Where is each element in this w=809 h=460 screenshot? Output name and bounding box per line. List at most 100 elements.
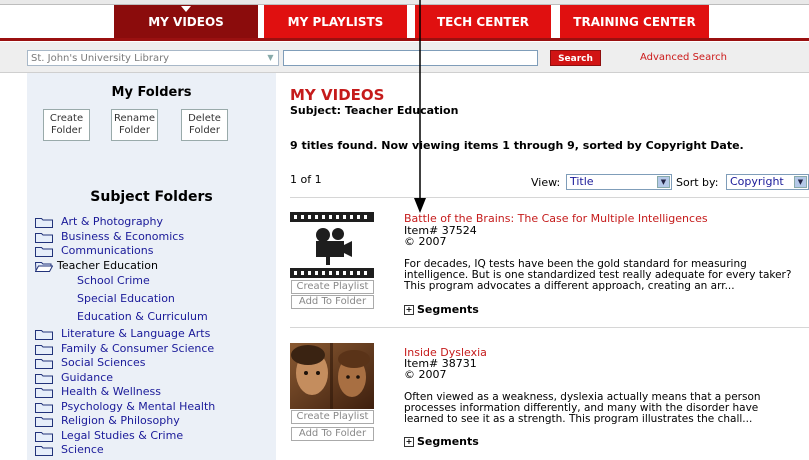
folder-item[interactable]: Family & Consumer Science [35, 342, 275, 357]
segments-label: Segments [417, 435, 479, 448]
subfolder-item[interactable]: Special Education [35, 291, 275, 309]
folder-item[interactable]: Religion & Philosophy [35, 414, 275, 429]
folder-item[interactable]: Science [35, 443, 275, 458]
video-description-line: learned to see it as a strength. This pr… [404, 414, 753, 425]
folder-icon [35, 431, 53, 442]
subfolder-item[interactable]: School Crime [35, 273, 275, 291]
active-tab-indicator-icon [181, 6, 191, 12]
add-to-folder-button[interactable]: Add To Folder [291, 427, 374, 441]
tab-my-playlists[interactable]: MY PLAYLISTS [264, 5, 407, 38]
folder-item-expanded[interactable]: Teacher Education [35, 259, 275, 274]
button-line: Delete [188, 113, 221, 124]
create-playlist-button[interactable]: Create Playlist [291, 410, 374, 424]
video-copyright: © 2007 [404, 235, 447, 248]
library-select[interactable]: St. John's University Library ▼ [27, 50, 279, 66]
view-label: View: [531, 176, 561, 189]
folder-icon [35, 330, 53, 340]
rename-folder-button[interactable]: Rename Folder [111, 109, 158, 141]
folder-label: Health & Wellness [61, 385, 162, 398]
folder-icon [35, 417, 53, 427]
folder-label: Science [61, 443, 104, 456]
segments-toggle[interactable]: + Segments [404, 303, 479, 316]
tab-label: MY VIDEOS [148, 14, 224, 29]
folder-item[interactable]: Legal Studies & Crime [35, 429, 275, 444]
video-description-line: This program advocates a different appro… [404, 281, 735, 292]
main-nav: MY VIDEOS MY PLAYLISTS TECH CENTER TRAIN… [0, 5, 809, 38]
folder-icon [35, 247, 53, 257]
folder-label: Literature & Language Arts [61, 327, 211, 340]
subject-folders-heading: Subject Folders [90, 189, 213, 205]
folder-item[interactable]: Business & Economics [35, 230, 275, 245]
folder-icon [35, 388, 53, 398]
folder-label: Art & Photography [61, 215, 164, 228]
chevron-down-icon[interactable]: ▼ [265, 53, 276, 63]
advanced-search-link[interactable]: Advanced Search [640, 52, 727, 63]
video-copyright: © 2007 [404, 368, 447, 381]
search-button[interactable]: Search [550, 50, 601, 66]
expand-plus-icon[interactable]: + [404, 437, 414, 447]
open-folder-icon [35, 261, 53, 272]
button-line: Folder [119, 125, 150, 136]
folder-item[interactable]: Health & Wellness [35, 385, 275, 400]
delete-folder-button[interactable]: Delete Folder [181, 109, 228, 141]
folder-item[interactable]: Psychology & Mental Health [35, 400, 275, 415]
search-bar: St. John's University Library ▼ Search A… [0, 42, 809, 73]
chevron-down-icon[interactable]: ▼ [794, 176, 807, 188]
folder-item[interactable]: Social Sciences [35, 356, 275, 371]
folder-label: Social Sciences [61, 356, 146, 369]
divider [290, 327, 809, 328]
folder-icon [35, 232, 53, 243]
subject-heading: Subject: Teacher Education [290, 104, 459, 117]
folder-icon [35, 402, 53, 413]
create-playlist-button[interactable]: Create Playlist [291, 280, 374, 294]
button-line: Folder [51, 125, 82, 136]
search-input[interactable] [283, 50, 538, 66]
folder-item[interactable]: Guidance [35, 371, 275, 386]
tab-label: MY PLAYLISTS [287, 14, 384, 29]
video-description-line: intelligence. But is one standardized te… [404, 270, 792, 281]
view-select-value: Title [570, 175, 594, 188]
folder-label: Communications [61, 244, 154, 257]
folder-icon [35, 446, 53, 456]
subject-folder-list: Art & Photography Business & Economics C… [35, 215, 275, 458]
subfolder-item[interactable]: Education & Curriculum [35, 309, 275, 327]
create-folder-button[interactable]: Create Folder [43, 109, 90, 141]
tab-tech-center[interactable]: TECH CENTER [415, 5, 551, 38]
folder-icon [35, 344, 53, 355]
segments-label: Segments [417, 303, 479, 316]
page-title: MY VIDEOS [290, 86, 385, 104]
folder-label: Guidance [61, 370, 114, 384]
divider [290, 197, 809, 198]
folder-label: Teacher Education [57, 258, 158, 272]
tab-label: TRAINING CENTER [573, 14, 696, 29]
dyslexia-video-thumbnail[interactable] [290, 343, 374, 409]
tab-label: TECH CENTER [436, 14, 530, 29]
page-count: 1 of 1 [290, 173, 322, 186]
button-line: Folder [189, 125, 220, 136]
sidebar: My Folders Create Folder Rename Folder D… [27, 73, 276, 460]
view-select[interactable]: Title ▼ [566, 174, 672, 190]
my-folders-heading: My Folders [111, 85, 192, 100]
main-content: MY VIDEOS Subject: Teacher Education 9 t… [290, 73, 809, 460]
chevron-down-icon[interactable]: ▼ [657, 176, 670, 188]
video-description-line: Often viewed as a weakness, dyslexia act… [404, 392, 761, 403]
film-camera-thumbnail[interactable] [290, 212, 374, 278]
sort-select-value: Copyright [730, 175, 784, 188]
folder-item[interactable]: Art & Photography [35, 215, 275, 230]
sort-label: Sort by: [676, 176, 719, 189]
pointer-arrow-icon [414, 0, 426, 213]
folder-icon [35, 373, 53, 384]
library-select-value: St. John's University Library [31, 53, 170, 64]
tab-my-videos[interactable]: MY VIDEOS [114, 5, 258, 38]
sort-select[interactable]: Copyright ▼ [726, 174, 809, 190]
folder-item[interactable]: Communications [35, 244, 275, 259]
folder-label: Legal Studies & Crime [61, 428, 184, 442]
nav-divider [0, 38, 809, 41]
folder-label: Business & Economics [61, 229, 185, 243]
folder-item[interactable]: Literature & Language Arts [35, 327, 275, 342]
segments-toggle[interactable]: + Segments [404, 435, 479, 448]
add-to-folder-button[interactable]: Add To Folder [291, 295, 374, 309]
button-line: Rename [113, 113, 155, 124]
expand-plus-icon[interactable]: + [404, 305, 414, 315]
tab-training-center[interactable]: TRAINING CENTER [560, 5, 709, 38]
